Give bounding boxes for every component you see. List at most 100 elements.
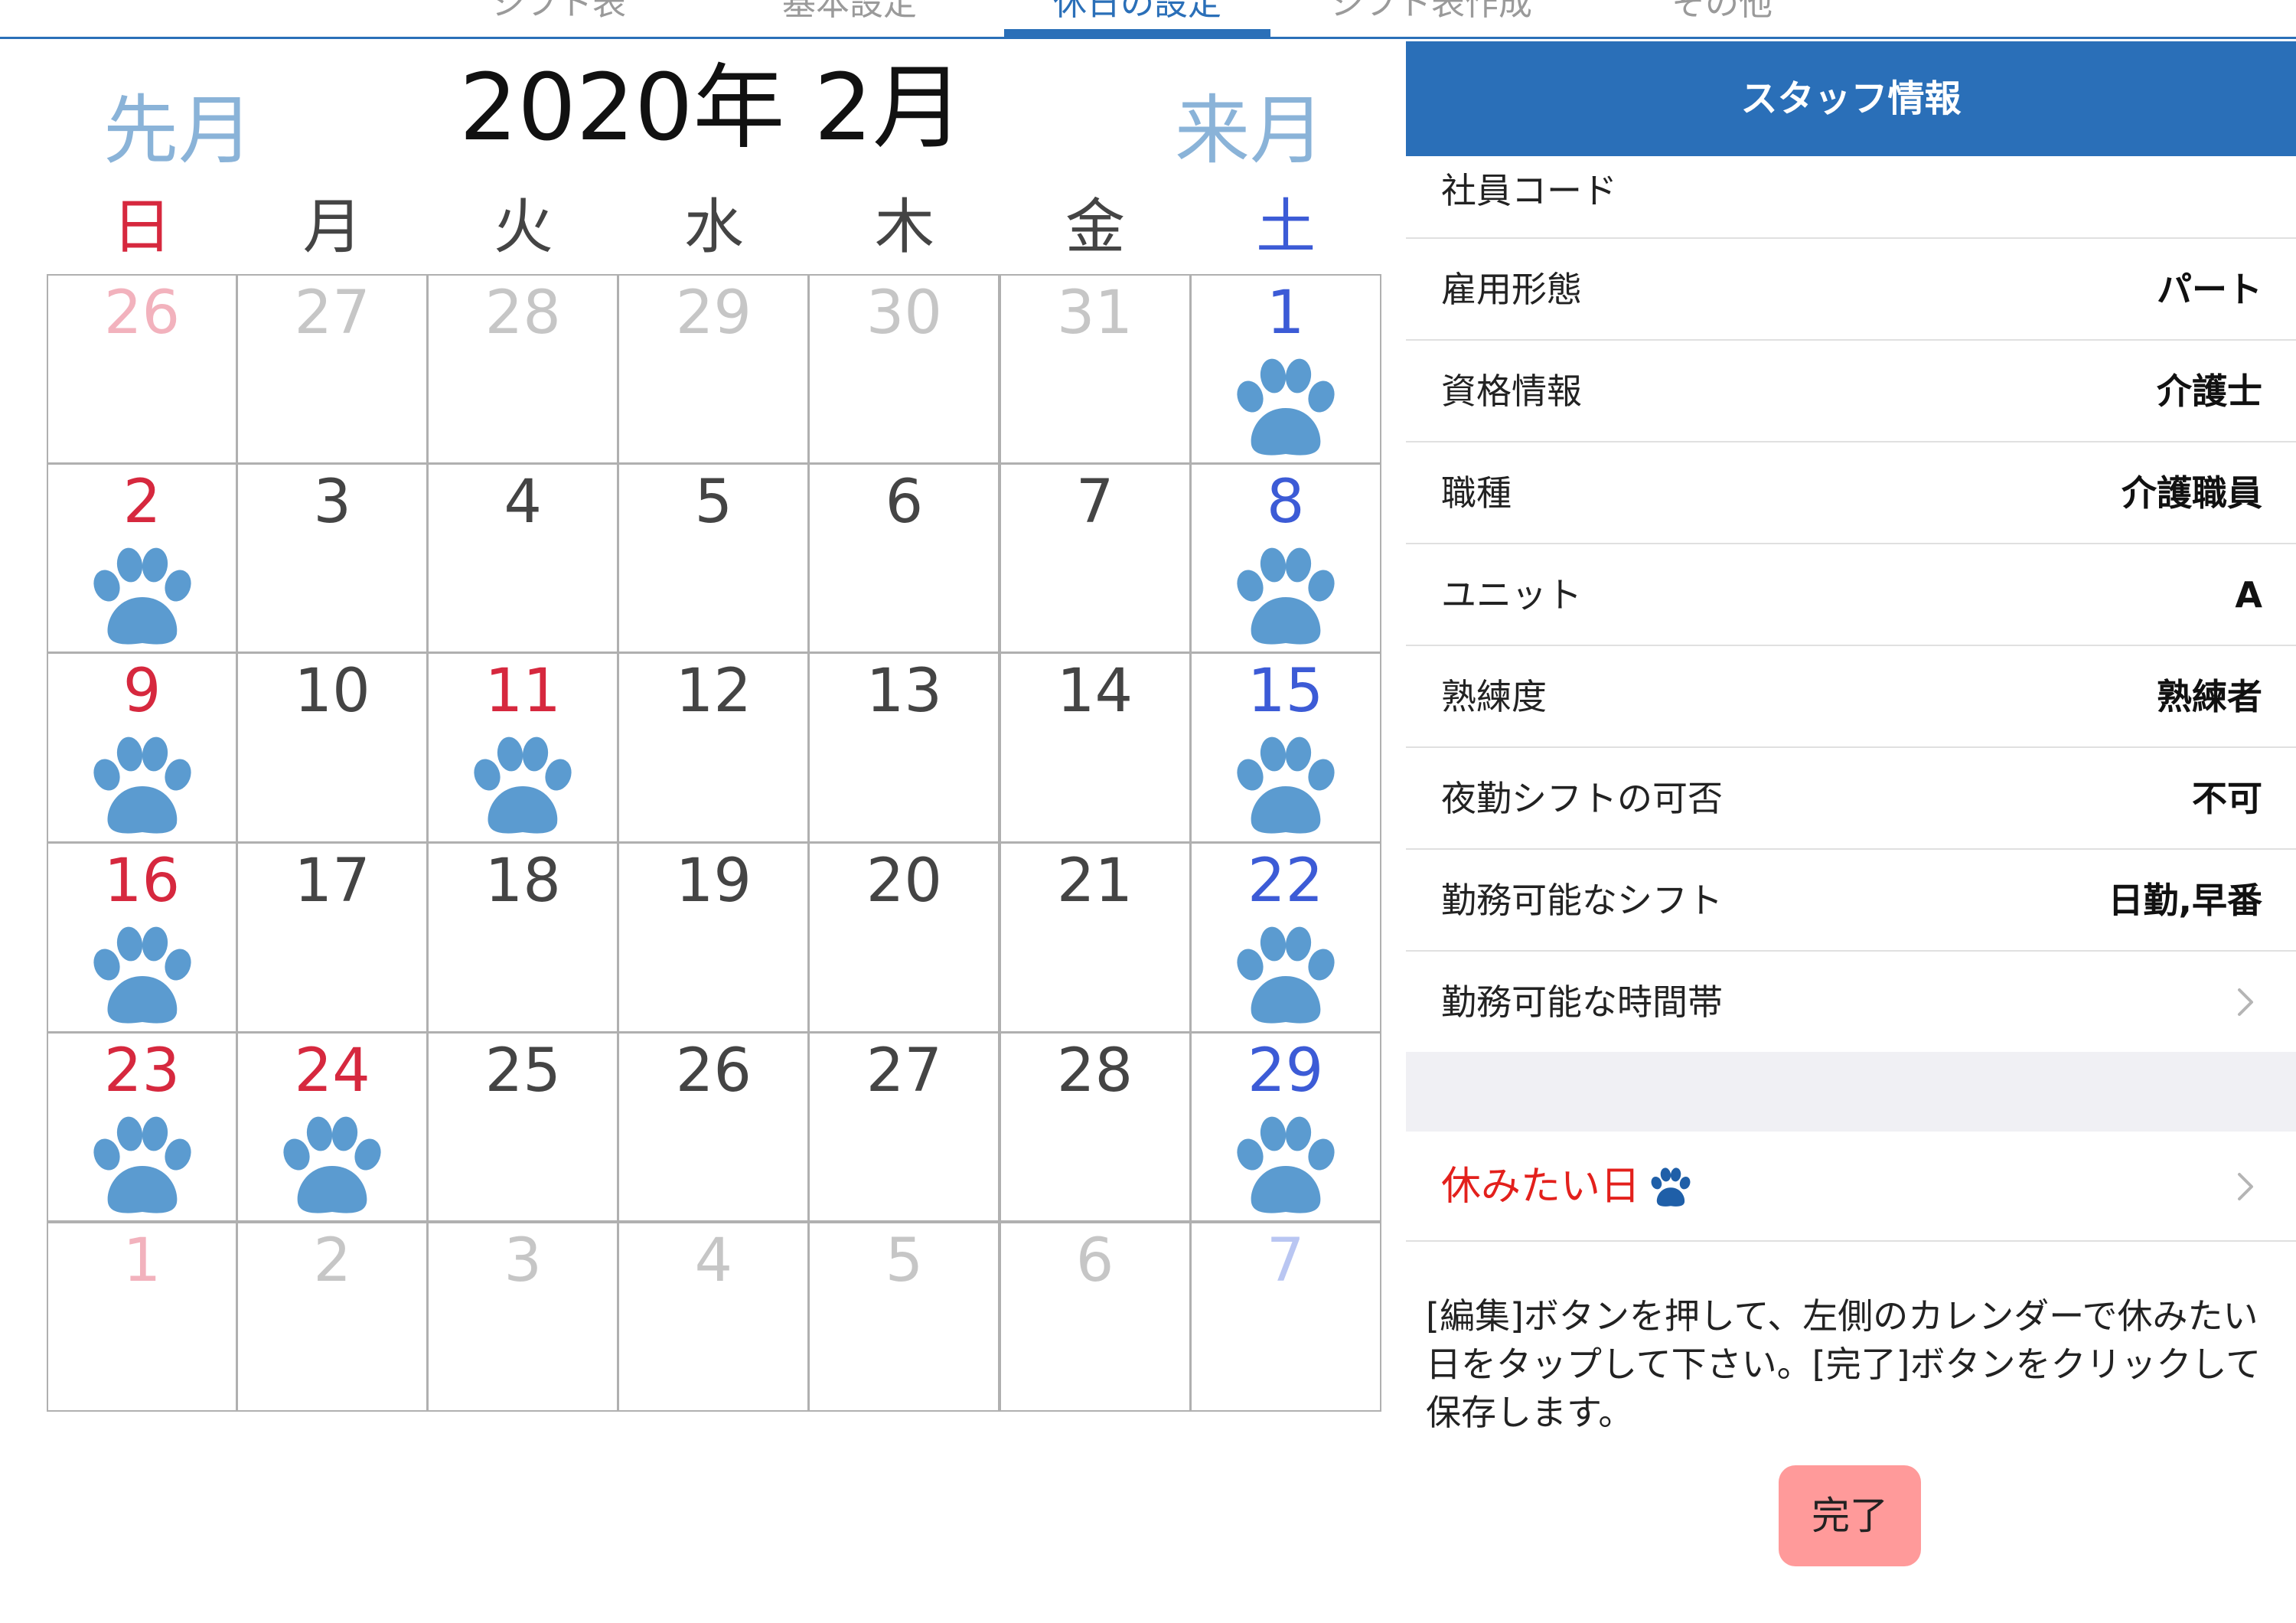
calendar-day-cell[interactable]: 5 (808, 1221, 1000, 1412)
calendar-day-cell[interactable]: 27 (236, 274, 429, 464)
calendar-day-cell[interactable]: 6 (999, 1221, 1191, 1412)
calendar-day-cell[interactable]: 11 (427, 652, 619, 844)
calendar-day-cell[interactable]: 3 (236, 462, 429, 654)
calendar-day-cell[interactable]: 13 (808, 652, 1000, 844)
calendar-day-cell[interactable]: 6 (808, 462, 1000, 654)
paw-icon (1228, 348, 1343, 463)
calendar-day-cell[interactable]: 24 (236, 1031, 429, 1223)
tab-other[interactable]: その他 (1592, 0, 1852, 23)
day-number: 5 (885, 1226, 924, 1295)
next-month-button[interactable]: 来月 (1175, 93, 1325, 168)
calendar-day-cell[interactable]: 23 (47, 1031, 238, 1223)
paw-icon (1228, 916, 1343, 1031)
calendar-day-cell[interactable]: 10 (236, 652, 429, 844)
calendar-day-cell[interactable]: 2 (47, 462, 238, 654)
day-number: 24 (294, 1036, 370, 1105)
calendar-day-cell[interactable]: 22 (1189, 842, 1381, 1033)
day-number: 13 (866, 657, 943, 727)
calendar-day-cell[interactable]: 4 (618, 1221, 810, 1412)
day-number: 7 (1075, 467, 1114, 537)
calendar-day-cell[interactable]: 26 (618, 1031, 810, 1223)
calendar-day-cell[interactable]: 12 (618, 652, 810, 844)
paw-icon (1228, 1106, 1343, 1221)
day-number: 27 (294, 279, 370, 348)
calendar-day-cell[interactable]: 18 (427, 842, 619, 1033)
day-number: 5 (694, 467, 733, 537)
section-separator (1406, 1052, 2296, 1132)
chevron-right-icon (2238, 988, 2253, 1016)
staff-info-value: 不可 (2192, 778, 2262, 819)
day-number: 22 (1247, 847, 1324, 916)
rest-days-row[interactable]: 休みたい日 (1406, 1132, 2296, 1242)
day-number: 6 (1075, 1226, 1114, 1295)
paw-icon (1651, 1167, 1691, 1207)
calendar-day-cell[interactable]: 30 (808, 274, 1000, 464)
day-number: 1 (122, 1226, 161, 1295)
calendar-day-cell[interactable]: 7 (1189, 1221, 1381, 1412)
day-number: 9 (122, 657, 161, 727)
weekday-label: 火 (493, 193, 553, 262)
day-number: 26 (103, 279, 181, 348)
staff-info-label: 熟練度 (1441, 676, 1547, 717)
tab-shift-table[interactable]: シフト表 (429, 0, 689, 23)
weekday-label: 木 (874, 193, 934, 262)
calendar-day-cell[interactable]: 28 (999, 1031, 1191, 1223)
calendar-day-cell[interactable]: 21 (999, 842, 1191, 1033)
day-number: 17 (294, 847, 370, 916)
day-number: 4 (694, 1226, 733, 1295)
staff-info-row[interactable]: 勤務可能な時間帯 (1406, 952, 2296, 1053)
day-number: 3 (313, 467, 351, 537)
calendar-day-cell[interactable]: 3 (427, 1221, 619, 1412)
calendar-day-cell[interactable]: 1 (47, 1221, 238, 1412)
paw-icon (85, 916, 200, 1031)
done-button[interactable]: 完了 (1779, 1465, 1921, 1566)
calendar-day-cell[interactable]: 29 (618, 274, 810, 464)
calendar-day-cell[interactable]: 15 (1189, 652, 1381, 844)
day-number: 20 (866, 847, 943, 916)
calendar-day-cell[interactable]: 1 (1189, 274, 1381, 464)
calendar-day-cell[interactable]: 17 (236, 842, 429, 1033)
weekday-label: 土 (1256, 193, 1316, 262)
tab-holiday-settings[interactable]: 休日の設定 (1004, 0, 1270, 23)
staff-info-label: 勤務可能なシフト (1441, 880, 1723, 921)
calendar-day-cell[interactable]: 26 (47, 274, 238, 464)
staff-info-value: 介護職員 (2122, 472, 2262, 514)
calendar-day-cell[interactable]: 20 (808, 842, 1000, 1033)
day-number: 16 (103, 847, 181, 916)
calendar-day-cell[interactable]: 25 (427, 1031, 619, 1223)
staff-info-label: 勤務可能な時間帯 (1441, 981, 1723, 1023)
paw-icon (1228, 537, 1343, 652)
staff-info-label: 夜勤シフトの可否 (1441, 778, 1723, 819)
tab-basic-settings[interactable]: 基本設定 (719, 0, 980, 23)
day-number: 14 (1056, 657, 1133, 727)
staff-info-row: 資格情報 介護士 (1406, 341, 2296, 442)
calendar-day-cell[interactable]: 28 (427, 274, 619, 464)
day-number: 15 (1247, 657, 1324, 727)
paw-icon (85, 537, 200, 652)
staff-info-value: パート (2157, 269, 2262, 310)
calendar-day-cell[interactable]: 8 (1189, 462, 1381, 654)
calendar-day-cell[interactable]: 2 (236, 1221, 429, 1412)
tab-create-shift-table[interactable]: シフト表作成 (1301, 0, 1561, 23)
staff-info-value: A (2235, 574, 2262, 616)
day-number: 11 (484, 657, 561, 727)
staff-info-label: 資格情報 (1441, 371, 1582, 412)
calendar-day-cell[interactable]: 9 (47, 652, 238, 844)
calendar-day-cell[interactable]: 7 (999, 462, 1191, 654)
calendar-day-cell[interactable]: 27 (808, 1031, 1000, 1223)
day-number: 26 (675, 1036, 752, 1105)
calendar-day-cell[interactable]: 31 (999, 274, 1191, 464)
prev-month-button[interactable]: 先月 (103, 93, 253, 168)
day-number: 6 (885, 467, 924, 537)
calendar-day-cell[interactable]: 4 (427, 462, 619, 654)
calendar-day-cell[interactable]: 16 (47, 842, 238, 1033)
calendar-day-cell[interactable]: 5 (618, 462, 810, 654)
row-divider (1406, 1240, 2296, 1242)
calendar-day-cell[interactable]: 19 (618, 842, 810, 1033)
staff-info-row: 勤務可能なシフト 日勤,早番 (1406, 850, 2296, 952)
calendar-day-cell[interactable]: 29 (1189, 1031, 1381, 1223)
paw-icon (85, 727, 200, 841)
day-number: 7 (1266, 1226, 1305, 1295)
tab-bar-divider (0, 37, 2296, 39)
calendar-day-cell[interactable]: 14 (999, 652, 1191, 844)
